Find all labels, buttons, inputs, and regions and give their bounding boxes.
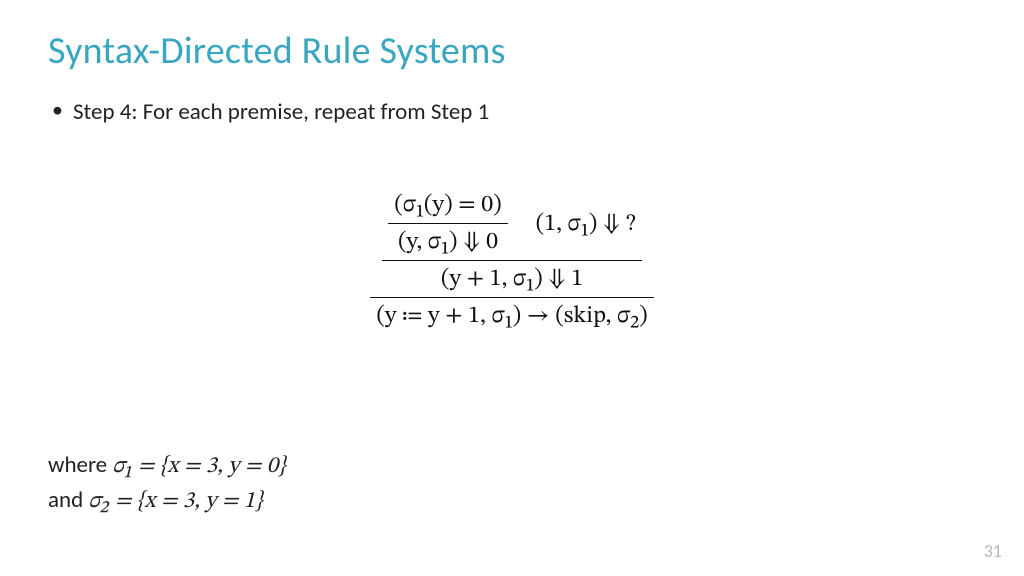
mid-den: (y + 1, σ₁) ⇓ 1: [435, 264, 589, 294]
rule-bar-icon: [382, 260, 641, 261]
slide: Syntax-Directed Rule Systems • Step 4: F…: [0, 0, 1024, 576]
top-premise-row: (σ₁(y) = 0) (y, σ₁) ⇓ 0 (1, σ₁) ⇓ ?: [388, 190, 635, 257]
fraction-top: (σ₁(y) = 0) (y, σ₁) ⇓ 0: [388, 190, 507, 257]
fraction-middle: (σ₁(y) = 0) (y, σ₁) ⇓ 0 (1, σ₁) ⇓ ? (y +…: [382, 190, 641, 294]
sigma1-definition: where σ₁ = {x = 3, y = 0}: [48, 449, 286, 483]
where-label: where: [48, 451, 112, 479]
fraction-middle-numerator: (σ₁(y) = 0) (y, σ₁) ⇓ 0 (1, σ₁) ⇓ ?: [382, 190, 641, 257]
page-title: Syntax-Directed Rule Systems: [48, 28, 976, 74]
footer-definitions: where σ₁ = {x = 3, y = 0} and σ₂ = {x = …: [48, 449, 286, 518]
bullet-step-4: • Step 4: For each premise, repeat from …: [52, 98, 976, 126]
fraction-bottom-numerator: (σ₁(y) = 0) (y, σ₁) ⇓ 0 (1, σ₁) ⇓ ? (y +…: [376, 190, 647, 294]
bot-den: (y ≔ y + 1, σ₁) → (skip, σ₂): [370, 301, 653, 331]
derivation-tree: (σ₁(y) = 0) (y, σ₁) ⇓ 0 (1, σ₁) ⇓ ? (y +…: [48, 190, 976, 331]
bullet-text: Step 4: For each premise, repeat from St…: [73, 98, 489, 126]
sigma2-definition: and σ₂ = {x = 3, y = 1}: [48, 484, 286, 518]
rule-bar-icon: [370, 297, 653, 298]
and-label: and: [48, 486, 88, 514]
top-num: (σ₁(y) = 0): [388, 190, 507, 220]
sigma1-math: σ₁ = {x = 3, y = 0}: [112, 455, 285, 478]
top-side-annotation: (1, σ₁) ⇓ ?: [536, 209, 636, 239]
fraction-bottom: (σ₁(y) = 0) (y, σ₁) ⇓ 0 (1, σ₁) ⇓ ? (y +…: [370, 190, 653, 331]
top-den: (y, σ₁) ⇓ 0: [392, 227, 504, 257]
rule-bar-icon: [388, 223, 507, 224]
page-number: 31: [984, 540, 1002, 562]
bullet-dot-icon: •: [52, 99, 63, 121]
sigma2-math: σ₂ = {x = 3, y = 1}: [88, 490, 262, 513]
